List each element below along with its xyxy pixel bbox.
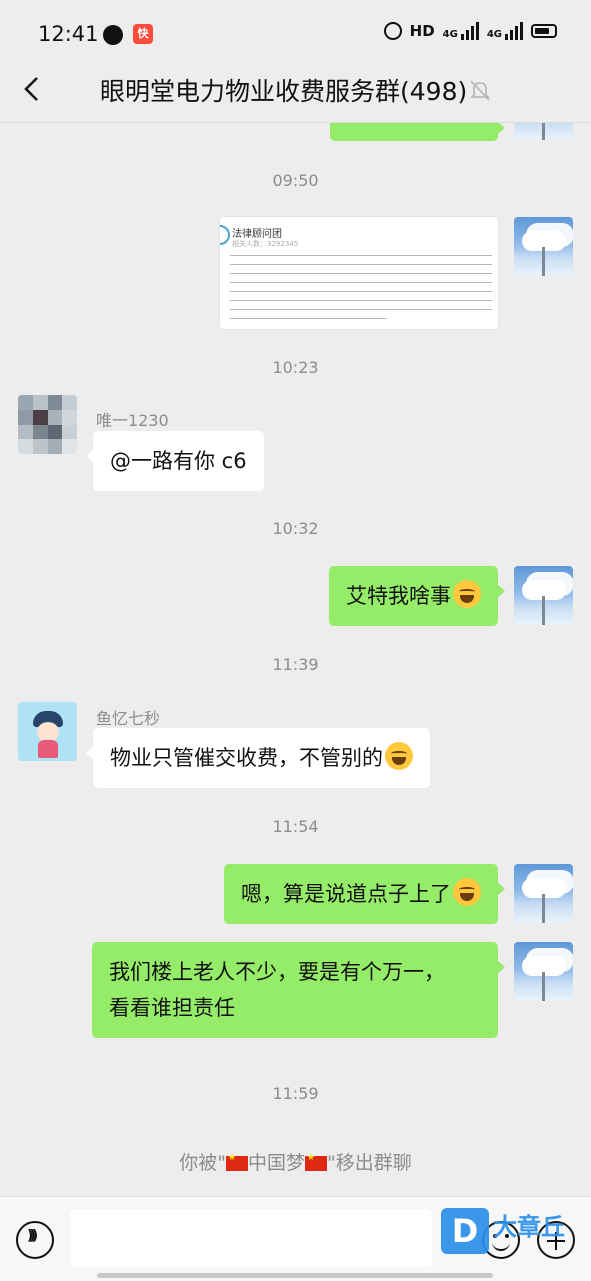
chat-header: 眼明堂电力物业收费服务群(498) <box>0 60 591 123</box>
signal-label-1: 4G <box>442 29 458 40</box>
grin-emoji-icon <box>385 742 413 770</box>
timestamp: 09:50 <box>272 171 319 190</box>
system-prefix: 你被" <box>179 1152 226 1174</box>
sender-avatar[interactable] <box>18 702 77 761</box>
signal-icon-2: 4G <box>487 22 523 40</box>
my-avatar[interactable] <box>514 217 573 276</box>
message-bubble[interactable]: 我们楼上老人不少，要是有个万一， 看看谁担责任 <box>92 942 505 1038</box>
hd-label: HD <box>409 22 435 40</box>
my-avatar[interactable] <box>514 566 573 625</box>
document-logo-icon <box>220 225 230 245</box>
system-name: 中国梦 <box>247 1152 305 1174</box>
battery-icon <box>531 24 557 38</box>
document-subtitle: 相关人数：3292345 <box>232 240 299 248</box>
timestamp: 11:59 <box>272 1084 319 1103</box>
china-flag-icon <box>305 1153 327 1171</box>
app-notification-icon <box>103 25 123 45</box>
message-text-line2: 看看谁担责任 <box>109 996 235 1020</box>
mute-bell-icon <box>470 80 490 101</box>
signal-icon: 4G <box>443 22 479 40</box>
message-text: @一路有你 c6 <box>110 449 247 473</box>
message-bubble[interactable]: 嗯，算是说道点子上了 <box>224 864 505 924</box>
message-text: 嗯，算是说道点子上了 <box>241 882 451 906</box>
laughing-crying-emoji-icon <box>453 580 481 608</box>
laughing-crying-emoji-icon <box>453 878 481 906</box>
watermark-logo: D <box>441 1208 489 1254</box>
message-bubble-partial[interactable] <box>330 123 505 141</box>
document-title: 法律顾问团 <box>232 229 282 240</box>
timestamp: 10:32 <box>272 519 319 538</box>
my-avatar[interactable] <box>514 864 573 923</box>
system-suffix: "移出群聊 <box>327 1152 412 1174</box>
system-message: 你被" 中国梦 "移出群聊 <box>0 1148 591 1175</box>
message-bubble[interactable]: 物业只管催交收费，不管别的 <box>86 728 430 788</box>
message-text: 艾特我啥事 <box>346 584 451 608</box>
message-bubble[interactable]: @一路有你 c6 <box>86 431 264 491</box>
back-arrow-icon[interactable] <box>18 74 48 104</box>
timestamp: 11:39 <box>272 655 319 674</box>
voice-icon[interactable] <box>16 1221 54 1259</box>
watermark: D 大章丘 <box>441 1208 565 1254</box>
message-input[interactable] <box>70 1209 432 1267</box>
my-avatar[interactable] <box>514 942 573 1001</box>
document-text-preview <box>230 255 492 327</box>
kuaishou-notification-icon: 快 <box>133 24 153 44</box>
timestamp: 10:23 <box>272 358 319 377</box>
my-avatar[interactable] <box>514 123 573 140</box>
watermark-text: 大章丘 <box>493 1212 565 1241</box>
shared-document-card[interactable]: 法律顾问团 相关人数：3292345 <box>220 217 498 329</box>
signal-label-2: 4G <box>486 29 502 40</box>
chat-title: 眼明堂电力物业收费服务群(498) <box>100 77 468 106</box>
status-indicators: HD 4G 4G <box>383 22 557 40</box>
sender-avatar[interactable] <box>18 395 77 454</box>
message-list[interactable]: 09:50 法律顾问团 相关人数：3292345 10:23 唯一1230 @一… <box>0 123 591 1196</box>
sender-name: 鱼忆七秒 <box>96 709 161 728</box>
status-time: 12:41 <box>38 22 99 46</box>
timestamp: 11:54 <box>272 817 319 836</box>
message-text-line1: 我们楼上老人不少，要是有个万一， <box>109 960 445 984</box>
alarm-icon <box>383 22 402 40</box>
home-indicator[interactable] <box>97 1273 493 1278</box>
message-bubble[interactable]: 艾特我啥事 <box>329 566 505 626</box>
sender-name: 唯一1230 <box>96 411 169 430</box>
china-flag-icon <box>225 1153 248 1171</box>
message-text: 物业只管催交收费，不管别的 <box>110 746 383 770</box>
